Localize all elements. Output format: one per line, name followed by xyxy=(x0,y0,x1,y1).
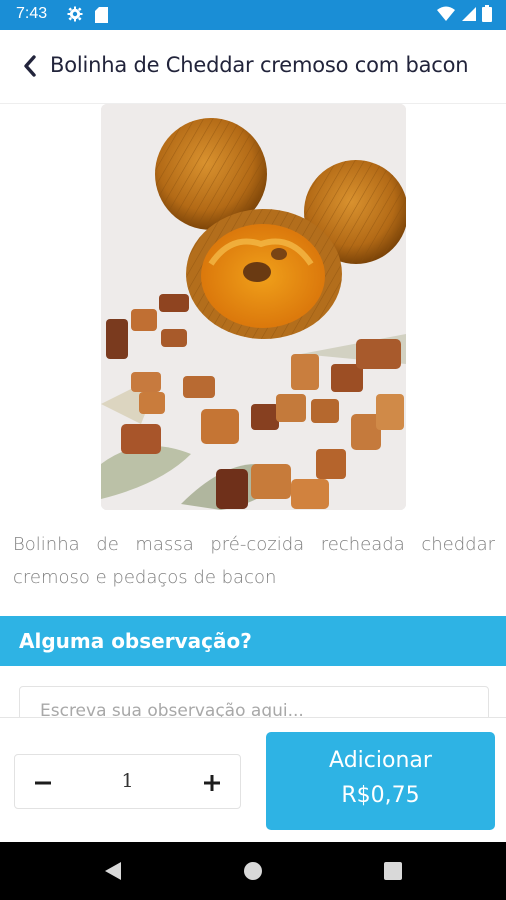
nav-back-icon[interactable] xyxy=(103,861,123,881)
quantity-stepper: 1 xyxy=(14,754,241,809)
back-button[interactable] xyxy=(16,52,44,80)
battery-icon xyxy=(482,5,492,22)
status-bar: 7:43 xyxy=(0,0,506,30)
status-time: 7:43 xyxy=(16,5,48,22)
page-title: Bolinha de Cheddar cremoso com bacon xyxy=(50,53,469,77)
wifi-icon xyxy=(437,6,455,21)
bottom-action-bar: 1 Adicionar R$0,75 xyxy=(0,717,506,842)
status-icons xyxy=(437,5,492,22)
chevron-left-icon xyxy=(24,55,36,77)
product-photo-illustration xyxy=(101,104,406,510)
increase-quantity-button[interactable] xyxy=(194,765,230,801)
nav-recents-icon[interactable] xyxy=(384,862,402,880)
settings-gear-icon xyxy=(67,6,83,22)
observation-title: Alguma observação? xyxy=(19,629,252,653)
sd-card-icon xyxy=(95,7,108,23)
minus-icon xyxy=(35,781,51,785)
signal-icon xyxy=(462,6,476,21)
quantity-value: 1 xyxy=(121,770,134,792)
add-button-label: Adicionar xyxy=(329,748,432,773)
plus-icon xyxy=(204,775,220,791)
decrease-quantity-button[interactable] xyxy=(25,765,61,801)
system-nav-bar xyxy=(0,842,506,900)
add-button-price: R$0,75 xyxy=(341,783,420,808)
product-image xyxy=(101,104,406,510)
observation-header: Alguma observação? xyxy=(0,616,506,666)
product-description: Bolinha de massa pré-cozida recheada che… xyxy=(13,534,495,588)
nav-home-icon[interactable] xyxy=(244,862,262,880)
add-to-cart-button[interactable]: Adicionar R$0,75 xyxy=(266,732,495,830)
page-header: Bolinha de Cheddar cremoso com bacon xyxy=(0,30,506,104)
